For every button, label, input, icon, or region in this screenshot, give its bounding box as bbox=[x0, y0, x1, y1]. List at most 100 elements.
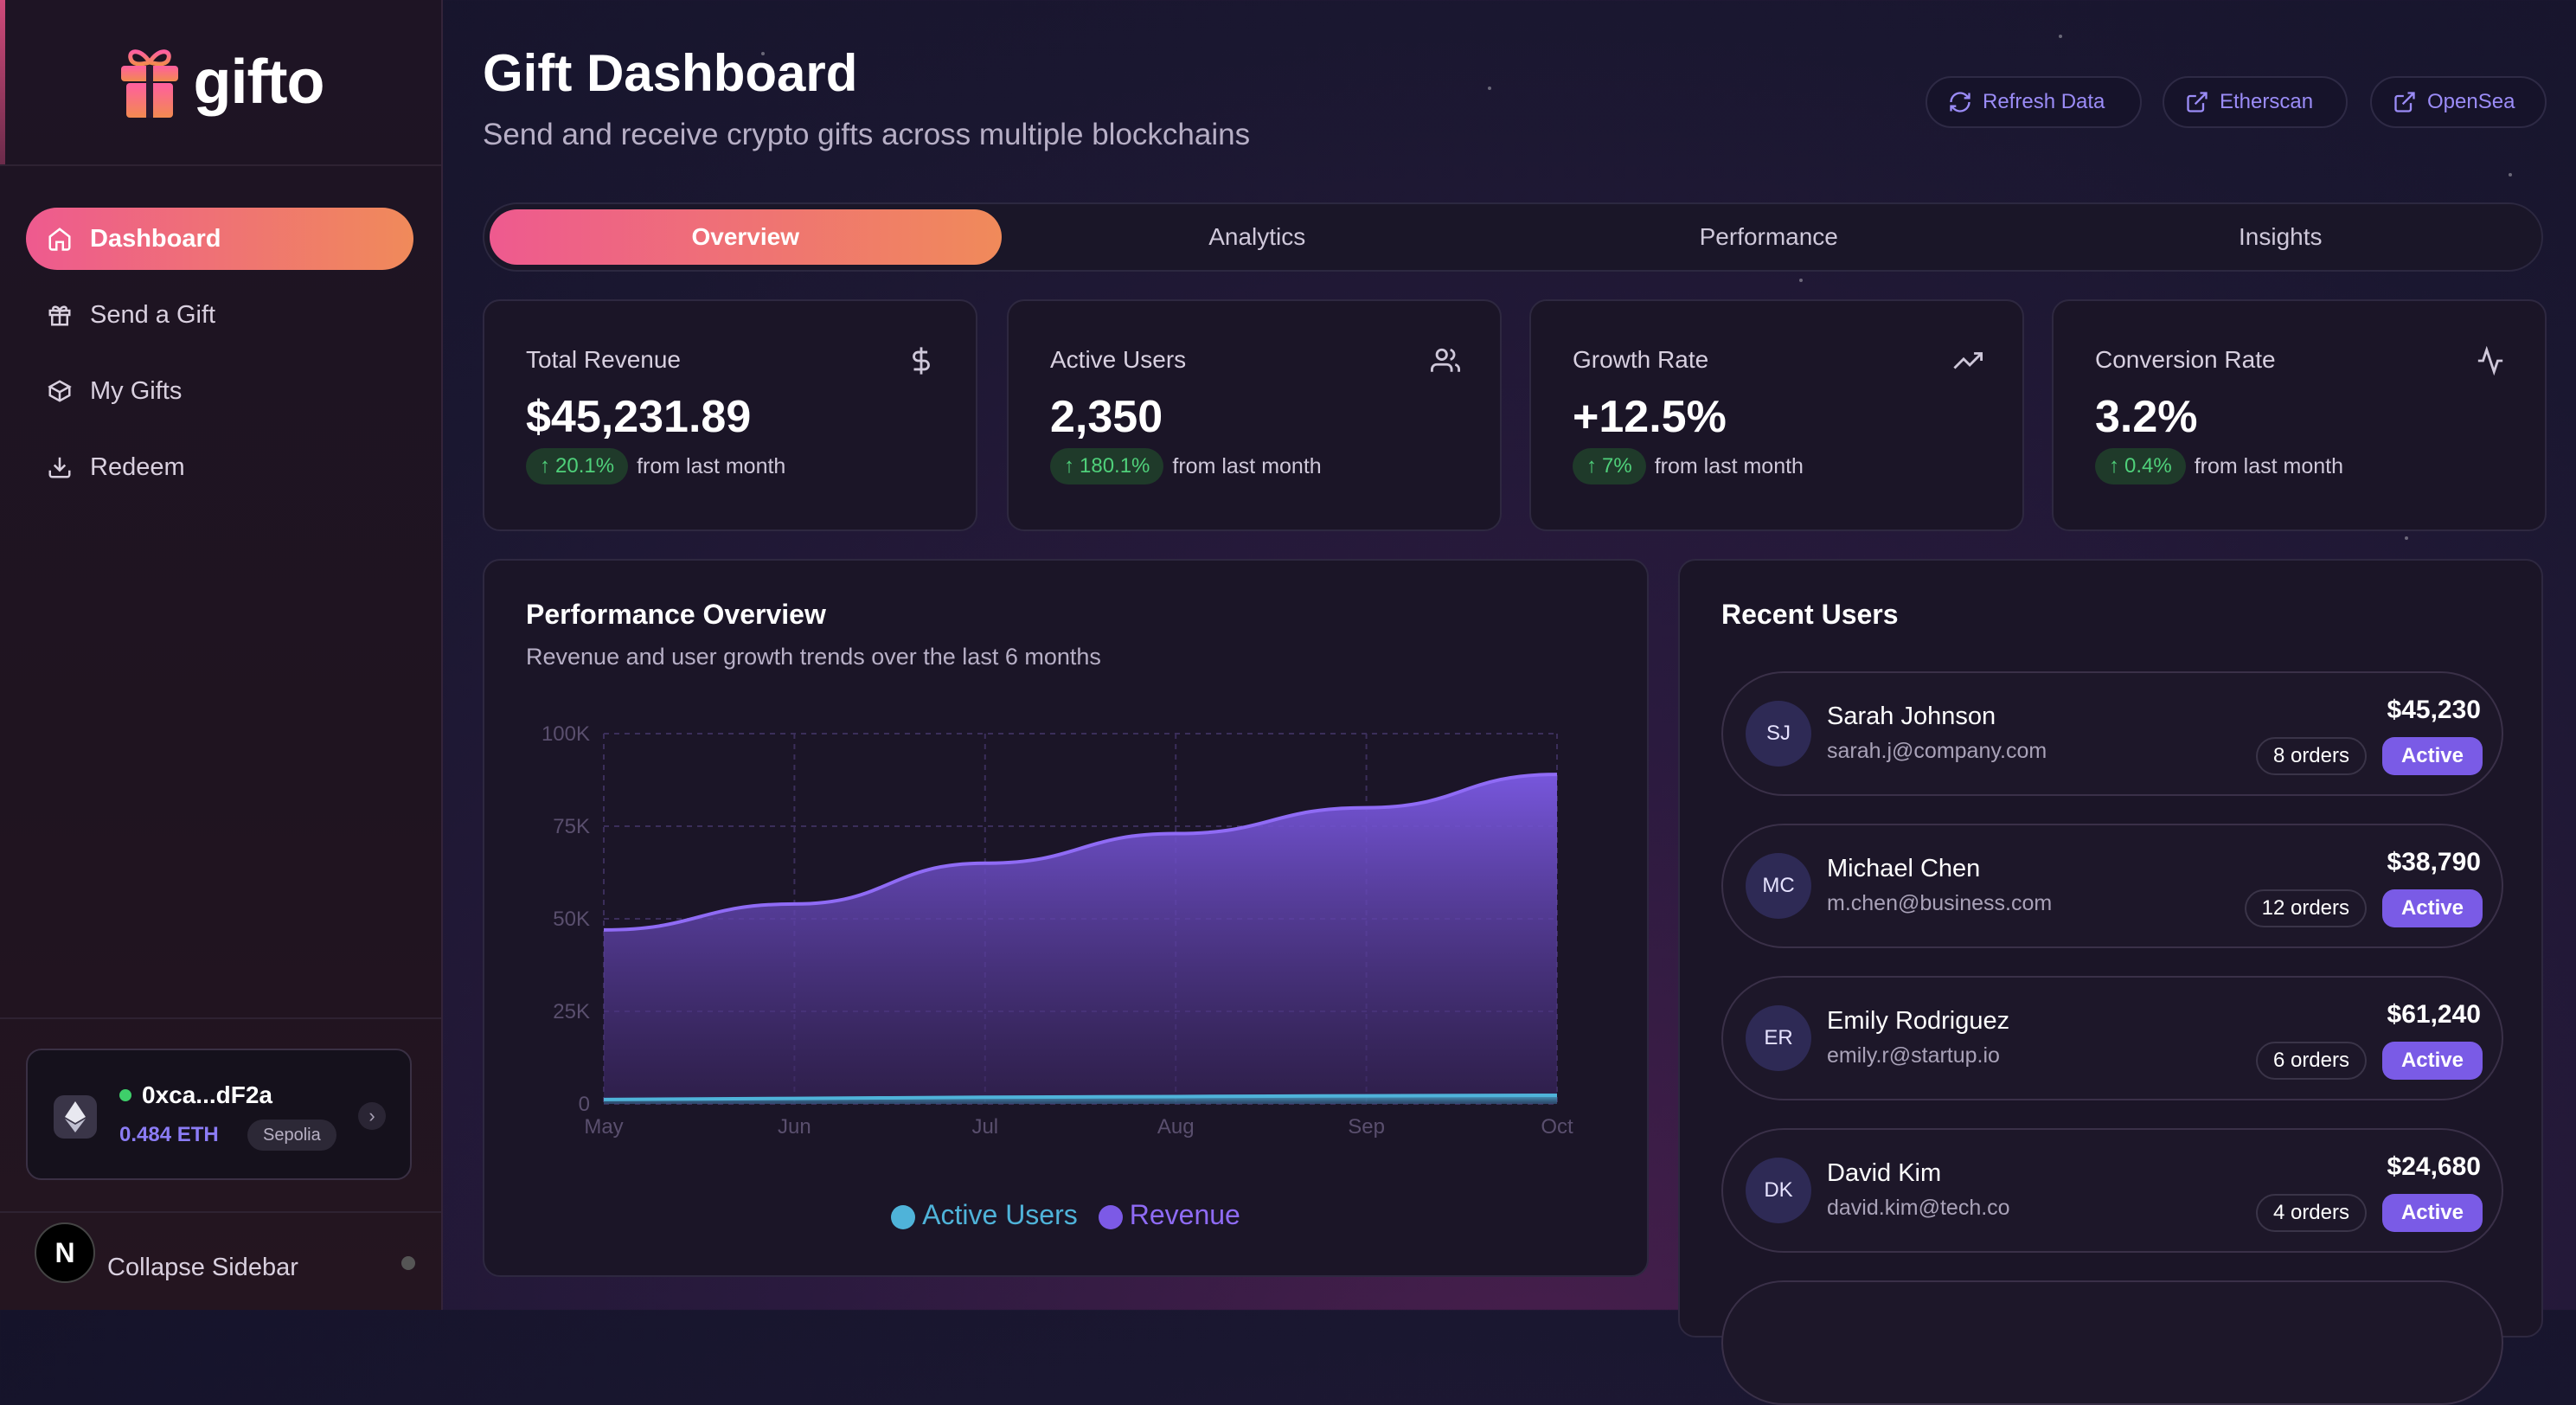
user-row[interactable]: ER Emily Rodriguez emily.r@startup.io $6… bbox=[1721, 976, 2503, 1100]
user-email: david.kim@tech.co bbox=[1827, 1196, 2010, 1220]
user-email: sarah.j@company.com bbox=[1827, 739, 2047, 763]
collapse-indicator-dot bbox=[401, 1256, 415, 1270]
change-suffix: from last month bbox=[1172, 453, 1322, 478]
sidebar-item-redeem[interactable]: Redeem bbox=[26, 436, 413, 498]
status-badge: Active bbox=[2381, 737, 2483, 775]
change-badge: ↑ 180.1% bbox=[1050, 448, 1164, 484]
arrow-up-icon: ↑ bbox=[540, 454, 550, 478]
legend-item-active-users[interactable]: Active Users bbox=[891, 1199, 1078, 1231]
stat-change-row: ↑ 7% from last month bbox=[1573, 448, 1804, 484]
user-name: Emily Rodriguez bbox=[1827, 1007, 2010, 1035]
stat-change-row: ↑ 20.1% from last month bbox=[526, 448, 785, 484]
stat-change-row: ↑ 0.4% from last month bbox=[2095, 448, 2343, 484]
panel-subtitle: Revenue and user growth trends over the … bbox=[526, 644, 1101, 670]
sidebar-item-dashboard[interactable]: Dashboard bbox=[26, 208, 413, 270]
stat-label: Total Revenue bbox=[526, 346, 682, 373]
tab-analytics[interactable]: Analytics bbox=[1002, 209, 1514, 265]
external-link-icon bbox=[2394, 92, 2415, 112]
user-row[interactable]: MC Michael Chen m.chen@business.com $38,… bbox=[1721, 824, 2503, 948]
user-email: m.chen@business.com bbox=[1827, 891, 2053, 915]
user-email: emily.r@startup.io bbox=[1827, 1043, 2000, 1068]
gift-logo-icon bbox=[120, 49, 178, 118]
y-tick-label: 0 bbox=[579, 1093, 590, 1116]
change-value: 20.1% bbox=[555, 454, 615, 478]
y-tick-label: 50K bbox=[553, 908, 590, 931]
sidebar: gifto Dashboard Send a Gift My Gifts Red… bbox=[0, 0, 443, 1310]
etherscan-button[interactable]: Etherscan bbox=[2163, 76, 2348, 128]
x-tick-label: Oct bbox=[1541, 1115, 1573, 1139]
sidebar-item-my-gifts[interactable]: My Gifts bbox=[26, 360, 413, 422]
user-name: David Kim bbox=[1827, 1159, 1942, 1187]
sidebar-item-label: Redeem bbox=[90, 452, 185, 481]
refresh-data-button[interactable]: Refresh Data bbox=[1926, 76, 2142, 128]
change-badge: ↑ 7% bbox=[1573, 448, 1646, 484]
y-tick-label: 75K bbox=[553, 815, 590, 838]
trending-up-icon bbox=[1953, 352, 1983, 369]
stat-card-total-revenue: Total Revenue $45,231.89 ↑ 20.1% from las… bbox=[483, 299, 977, 531]
tab-overview[interactable]: Overview bbox=[490, 209, 1002, 265]
network-badge: Sepolia bbox=[247, 1120, 336, 1151]
opensea-button[interactable]: OpenSea bbox=[2370, 76, 2547, 128]
user-amount: $45,230 bbox=[2387, 696, 2481, 724]
logo[interactable]: gifto bbox=[0, 0, 441, 166]
tab-bar: Overview Analytics Performance Insights bbox=[483, 202, 2543, 272]
status-badge: Active bbox=[2381, 1042, 2483, 1080]
orders-badge: 12 orders bbox=[2244, 889, 2367, 927]
change-value: 0.4% bbox=[2124, 454, 2172, 478]
arrow-up-icon: ↑ bbox=[1064, 454, 1074, 478]
sidebar-item-send-gift[interactable]: Send a Gift bbox=[26, 284, 413, 346]
chevron-right-icon[interactable]: › bbox=[358, 1102, 386, 1130]
connected-status-dot bbox=[119, 1089, 131, 1101]
x-tick-label: May bbox=[584, 1115, 623, 1139]
revenue-area bbox=[604, 774, 1557, 1104]
chart-legend: Active Users Revenue bbox=[484, 1199, 1647, 1231]
refresh-data-label: Refresh Data bbox=[1983, 90, 2105, 113]
n-badge: N bbox=[35, 1222, 95, 1283]
wallet-section: 0xca...dF2a 0.484 ETH Sepolia › bbox=[0, 1017, 441, 1213]
brand-name: gifto bbox=[193, 48, 325, 117]
user-amount: $24,680 bbox=[2387, 1152, 2481, 1181]
avatar: MC bbox=[1746, 853, 1811, 919]
collapse-sidebar-label: Collapse Sidebar bbox=[107, 1253, 298, 1281]
change-suffix: from last month bbox=[1654, 453, 1804, 478]
arrow-up-icon: ↑ bbox=[1586, 454, 1597, 478]
user-row[interactable]: SJ Sarah Johnson sarah.j@company.com $45… bbox=[1721, 671, 2503, 796]
wallet-address: 0xca...dF2a bbox=[119, 1081, 272, 1109]
legend-label: Revenue bbox=[1129, 1199, 1240, 1230]
stat-card-growth-rate: Growth Rate +12.5% ↑ 7% from last month bbox=[1529, 299, 2024, 531]
avatar: SJ bbox=[1746, 701, 1811, 767]
y-tick-label: 100K bbox=[541, 722, 590, 746]
user-row[interactable]: DK David Kim david.kim@tech.co $24,680 4… bbox=[1721, 1128, 2503, 1253]
tab-insights[interactable]: Insights bbox=[2025, 209, 2537, 265]
panel-title: Recent Users bbox=[1721, 599, 1899, 630]
wallet-address-text: 0xca...dF2a bbox=[142, 1081, 272, 1108]
sidebar-nav: Dashboard Send a Gift My Gifts Redeem bbox=[26, 208, 413, 512]
user-name: Sarah Johnson bbox=[1827, 702, 1996, 730]
page-subtitle: Send and receive crypto gifts across mul… bbox=[483, 118, 1251, 151]
panel-title: Performance Overview bbox=[526, 599, 826, 630]
x-tick-label: Sep bbox=[1348, 1115, 1385, 1139]
arrow-up-icon: ↑ bbox=[2109, 454, 2119, 478]
change-badge: ↑ 20.1% bbox=[526, 448, 629, 484]
legend-item-revenue[interactable]: Revenue bbox=[1098, 1199, 1240, 1231]
legend-label: Active Users bbox=[922, 1199, 1078, 1230]
change-badge: ↑ 0.4% bbox=[2095, 448, 2186, 484]
tab-performance[interactable]: Performance bbox=[1513, 209, 2025, 265]
stat-value: +12.5% bbox=[1573, 392, 1727, 442]
sidebar-item-label: My Gifts bbox=[90, 376, 183, 405]
user-row[interactable] bbox=[1721, 1280, 2503, 1405]
stat-label: Active Users bbox=[1050, 346, 1187, 373]
stat-change-row: ↑ 180.1% from last month bbox=[1050, 448, 1322, 484]
stat-card-active-users: Active Users 2,350 ↑ 180.1% from last mon… bbox=[1007, 299, 1502, 531]
collapse-sidebar-button[interactable]: N Collapse Sidebar bbox=[35, 1218, 415, 1287]
wallet-balance: 0.484 ETH bbox=[119, 1123, 219, 1146]
download-icon bbox=[48, 457, 71, 478]
users-icon bbox=[1431, 348, 1460, 372]
wallet-card[interactable]: 0xca...dF2a 0.484 ETH Sepolia › bbox=[26, 1049, 412, 1180]
opensea-label: OpenSea bbox=[2427, 90, 2515, 113]
orders-badge: 6 orders bbox=[2255, 1042, 2367, 1080]
performance-overview-panel: Performance Overview Revenue and user gr… bbox=[483, 559, 1649, 1277]
user-amount: $61,240 bbox=[2387, 1000, 2481, 1029]
stat-card-conversion-rate: Conversion Rate 3.2% ↑ 0.4% from last mon… bbox=[2052, 299, 2547, 531]
page-title: Gift Dashboard bbox=[483, 44, 858, 102]
